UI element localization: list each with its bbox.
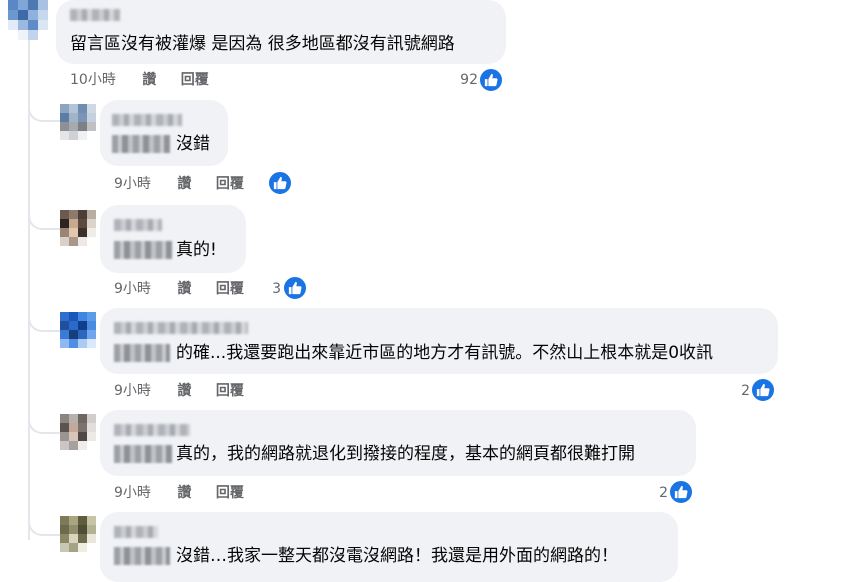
comment-bubble: [100, 205, 246, 273]
like-thumbs-up-icon[interactable]: [478, 67, 504, 93]
author-name[interactable]: [70, 9, 120, 21]
comment-timestamp[interactable]: 9小時: [114, 176, 151, 192]
thread-connector: [28, 406, 60, 434]
avatar[interactable]: [60, 104, 96, 140]
thread-connector: [28, 202, 60, 230]
like-button[interactable]: 讚: [177, 383, 191, 399]
reply-button[interactable]: 回覆: [181, 72, 209, 88]
like-button[interactable]: 讚: [177, 485, 191, 501]
like-thumbs-up-icon[interactable]: [750, 377, 776, 403]
thread-connector: [28, 508, 60, 536]
thread-connector: [28, 304, 60, 332]
avatar[interactable]: [60, 312, 96, 348]
like-thumbs-up-icon[interactable]: [282, 275, 308, 301]
author-name[interactable]: [112, 114, 182, 126]
author-name[interactable]: [114, 322, 248, 334]
mentioned-user[interactable]: [114, 547, 170, 565]
avatar[interactable]: [60, 210, 96, 246]
comment-actions: 9小時 讚 回覆: [114, 280, 244, 298]
comment-text: 留言區沒有被灌爆 是因為 很多地區都沒有訊號網路: [70, 34, 455, 54]
reaction-count[interactable]: 92: [440, 71, 478, 89]
reaction-count[interactable]: 3: [255, 280, 281, 298]
mentioned-user[interactable]: [112, 135, 170, 153]
reaction-count[interactable]: 2: [640, 484, 668, 502]
like-button[interactable]: 讚: [177, 281, 191, 297]
avatar[interactable]: [60, 414, 96, 450]
avatar[interactable]: [8, 0, 48, 40]
reply-button[interactable]: 回覆: [216, 281, 244, 297]
comment-timestamp[interactable]: 9小時: [114, 281, 151, 297]
like-thumbs-up-icon[interactable]: [267, 170, 293, 196]
avatar[interactable]: [60, 516, 96, 552]
reaction-count[interactable]: 2: [722, 382, 750, 400]
like-button[interactable]: 讚: [177, 176, 191, 192]
mentioned-user[interactable]: [114, 241, 172, 259]
author-name[interactable]: [114, 219, 162, 231]
thread-connector: [28, 96, 60, 122]
reply-button[interactable]: 回覆: [216, 383, 244, 399]
like-thumbs-up-icon[interactable]: [668, 479, 694, 505]
comment-timestamp[interactable]: 9小時: [114, 383, 151, 399]
author-name[interactable]: [114, 526, 158, 538]
comment-text: 沒錯…我家一整天都沒電沒網路！我還是用外面的網路的！: [176, 546, 618, 566]
comment-actions: 10小時 讚 回覆: [70, 71, 209, 89]
comment-bubble: [100, 308, 778, 374]
comment-text: 沒錯: [176, 134, 210, 154]
reply-button[interactable]: 回覆: [216, 485, 244, 501]
like-button[interactable]: 讚: [142, 72, 156, 88]
comment-text: 真的，我的網路就退化到撥接的程度，基本的網頁都很難打開: [176, 444, 635, 464]
reply-button[interactable]: 回覆: [216, 176, 244, 192]
comment-actions: 9小時 讚 回覆: [114, 484, 244, 502]
mentioned-user[interactable]: [114, 445, 172, 463]
comment-actions: 9小時 讚 回覆: [114, 382, 244, 400]
mentioned-user[interactable]: [114, 344, 170, 362]
comment-text: 真的!: [176, 240, 217, 260]
comment-text: 的確...我還要跑出來靠近市區的地方才有訊號。不然山上根本就是0收訊: [176, 343, 714, 363]
comment-timestamp[interactable]: 9小時: [114, 485, 151, 501]
comment-actions: 9小時 讚 回覆: [114, 175, 244, 193]
comment-timestamp[interactable]: 10小時: [70, 72, 116, 88]
author-name[interactable]: [114, 424, 190, 436]
